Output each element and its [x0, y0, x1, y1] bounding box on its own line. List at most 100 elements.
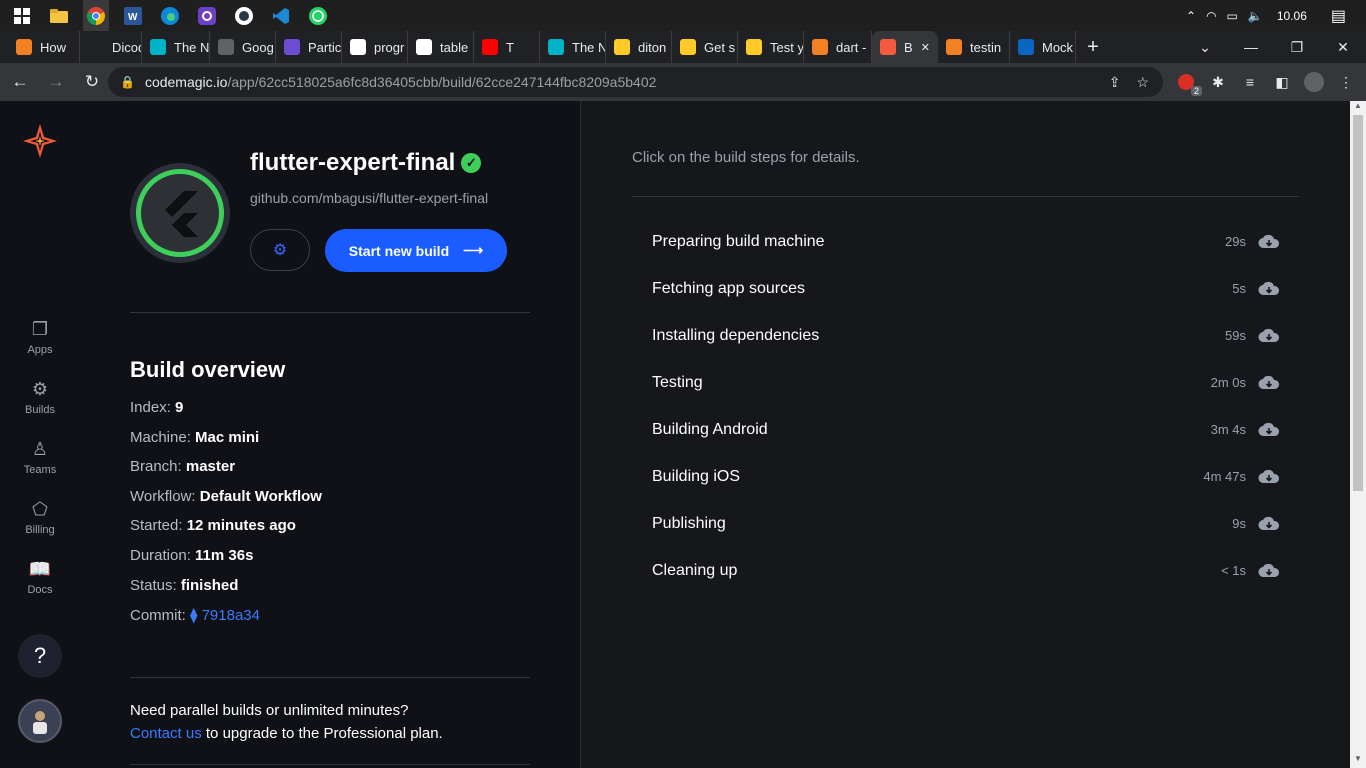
sidebar-item-docs[interactable]: 📖 Docs: [0, 559, 80, 596]
browser-toolbar: ← → ↻ 🔒 codemagic.io /app/62cc518025a6fc…: [0, 63, 1366, 101]
build-step[interactable]: Installing dependencies 59s: [652, 312, 1280, 359]
download-log-icon[interactable]: [1258, 469, 1280, 485]
build-step[interactable]: Publishing 9s: [652, 500, 1280, 547]
edge-icon[interactable]: [157, 0, 183, 31]
file-explorer-icon[interactable]: [46, 0, 72, 31]
codemagic-logo-icon[interactable]: [22, 123, 58, 159]
download-log-icon[interactable]: [1258, 516, 1280, 532]
codemagic-bar-icon: [150, 39, 166, 55]
back-button[interactable]: ←: [4, 66, 36, 98]
browser-tab[interactable]: Get s: [672, 31, 738, 63]
browser-tab[interactable]: How: [8, 31, 80, 63]
notification-icon[interactable]: ▤: [1331, 6, 1346, 26]
app-repo-link[interactable]: github.com/mbagusi/flutter-expert-final: [250, 190, 488, 206]
clock[interactable]: 10.06: [1277, 9, 1307, 23]
sidebar-item-teams[interactable]: ♙ Teams: [0, 439, 80, 476]
browser-menu-icon[interactable]: ⋮: [1336, 72, 1356, 92]
browser-tab[interactable]: T: [474, 31, 540, 63]
build-step[interactable]: Building iOS 4m 47s: [652, 453, 1280, 500]
volume-icon[interactable]: 🔈: [1248, 9, 1263, 23]
share-icon[interactable]: ⇪: [1109, 74, 1121, 91]
globe-icon: [218, 39, 234, 55]
build-step-meta: 3m 4s: [1211, 422, 1280, 438]
download-log-icon[interactable]: [1258, 281, 1280, 297]
build-step[interactable]: Fetching app sources 5s: [652, 265, 1280, 312]
bookmark-star-icon[interactable]: ☆: [1136, 74, 1149, 91]
close-tab-icon[interactable]: ✕: [921, 41, 930, 54]
tab-search-icon[interactable]: ⌄: [1182, 31, 1228, 63]
browser-tab[interactable]: table: [408, 31, 474, 63]
scroll-up-icon[interactable]: ▲: [1350, 101, 1366, 115]
sidebar-item-builds[interactable]: ⚙ Builds: [0, 379, 80, 416]
codemagic-icon: [880, 39, 896, 55]
restore-button[interactable]: ❐: [1274, 31, 1320, 63]
media-control-icon[interactable]: ≡: [1240, 72, 1260, 92]
chrome-icon[interactable]: [83, 0, 109, 31]
forward-button[interactable]: →: [40, 66, 72, 98]
build-step-meta: 29s: [1225, 234, 1280, 250]
reload-button[interactable]: ↻: [76, 66, 108, 98]
download-log-icon[interactable]: [1258, 234, 1280, 250]
battery-icon[interactable]: ▭: [1227, 9, 1238, 23]
app-circle-icon[interactable]: [231, 0, 257, 31]
wifi-icon[interactable]: ◠: [1206, 9, 1216, 23]
build-step-meta: 2m 0s: [1211, 375, 1280, 391]
minimize-button[interactable]: —: [1228, 31, 1274, 63]
side-panel-icon[interactable]: ◧: [1272, 72, 1292, 92]
download-log-icon[interactable]: [1258, 328, 1280, 344]
build-step[interactable]: Building Android 3m 4s: [652, 406, 1280, 453]
extension-badge-icon[interactable]: 2: [1176, 72, 1202, 96]
sidebar-item-apps[interactable]: ❐ Apps: [0, 319, 80, 356]
address-bar[interactable]: 🔒 codemagic.io /app/62cc518025a6fc8d3640…: [108, 67, 1163, 97]
browser-tab[interactable]: diton: [606, 31, 672, 63]
tab-label: The N: [174, 39, 210, 55]
build-step-name: Cleaning up: [652, 561, 738, 579]
lock-icon[interactable]: 🔒: [120, 75, 135, 89]
browser-tab[interactable]: The N: [540, 31, 606, 63]
browser-tab[interactable]: progr: [342, 31, 408, 63]
scrollbar-thumb[interactable]: [1353, 115, 1363, 491]
browser-tab[interactable]: The N: [142, 31, 210, 63]
browser-tab[interactable]: Test y: [738, 31, 804, 63]
profile-avatar-icon[interactable]: [1304, 72, 1324, 92]
overview-value: Default Workflow: [199, 487, 322, 505]
google-icon: [416, 39, 432, 55]
build-step-name: Publishing: [652, 514, 726, 532]
contact-us-link[interactable]: Contact us: [130, 725, 202, 742]
app-settings-button[interactable]: ⚙: [250, 229, 310, 271]
browser-tab[interactable]: Partic: [276, 31, 342, 63]
browser-tab[interactable]: Mock: [1010, 31, 1076, 63]
download-log-icon[interactable]: [1258, 375, 1280, 391]
build-step[interactable]: Cleaning up < 1s: [652, 547, 1280, 594]
overview-label: Workflow:: [130, 487, 200, 505]
download-log-icon[interactable]: [1258, 422, 1280, 438]
whatsapp-icon[interactable]: [305, 0, 331, 31]
start-new-build-button[interactable]: Start new build ⟶: [325, 229, 507, 272]
arrow-right-icon: ⟶: [463, 242, 484, 258]
browser-tab[interactable]: Dicod: [80, 31, 142, 63]
close-window-button[interactable]: ✕: [1320, 31, 1366, 63]
browser-tab[interactable]: testin: [938, 31, 1010, 63]
extensions-puzzle-icon[interactable]: ✱: [1208, 72, 1228, 92]
scroll-down-icon[interactable]: ▼: [1350, 754, 1366, 768]
sidebar-item-billing[interactable]: ⬠ Billing: [0, 499, 80, 536]
github-desktop-icon[interactable]: [194, 0, 220, 31]
download-log-icon[interactable]: [1258, 563, 1280, 579]
vscode-icon[interactable]: [268, 0, 294, 31]
chevron-up-icon[interactable]: ⌃: [1186, 9, 1196, 23]
word-icon[interactable]: W: [120, 0, 146, 31]
commit-link[interactable]: ⧫ 7918a34: [190, 607, 260, 624]
browser-tab[interactable]: B ✕: [872, 31, 938, 63]
browser-tab[interactable]: dart -: [804, 31, 872, 63]
new-tab-button[interactable]: +: [1076, 36, 1110, 59]
browser-tab[interactable]: Goog: [210, 31, 276, 63]
build-step[interactable]: Preparing build machine 29s: [652, 218, 1280, 265]
build-step[interactable]: Testing 2m 0s: [652, 359, 1280, 406]
page-scrollbar[interactable]: ▲ ▼: [1350, 101, 1366, 768]
start-new-build-label: Start new build: [348, 242, 450, 259]
build-summary-panel: flutter-expert-final ✓ github.com/mbagus…: [80, 101, 580, 768]
help-button[interactable]: ?: [18, 634, 62, 678]
windows-start-icon[interactable]: [9, 0, 35, 31]
user-avatar[interactable]: [18, 699, 62, 743]
overview-label: Index:: [130, 399, 176, 416]
